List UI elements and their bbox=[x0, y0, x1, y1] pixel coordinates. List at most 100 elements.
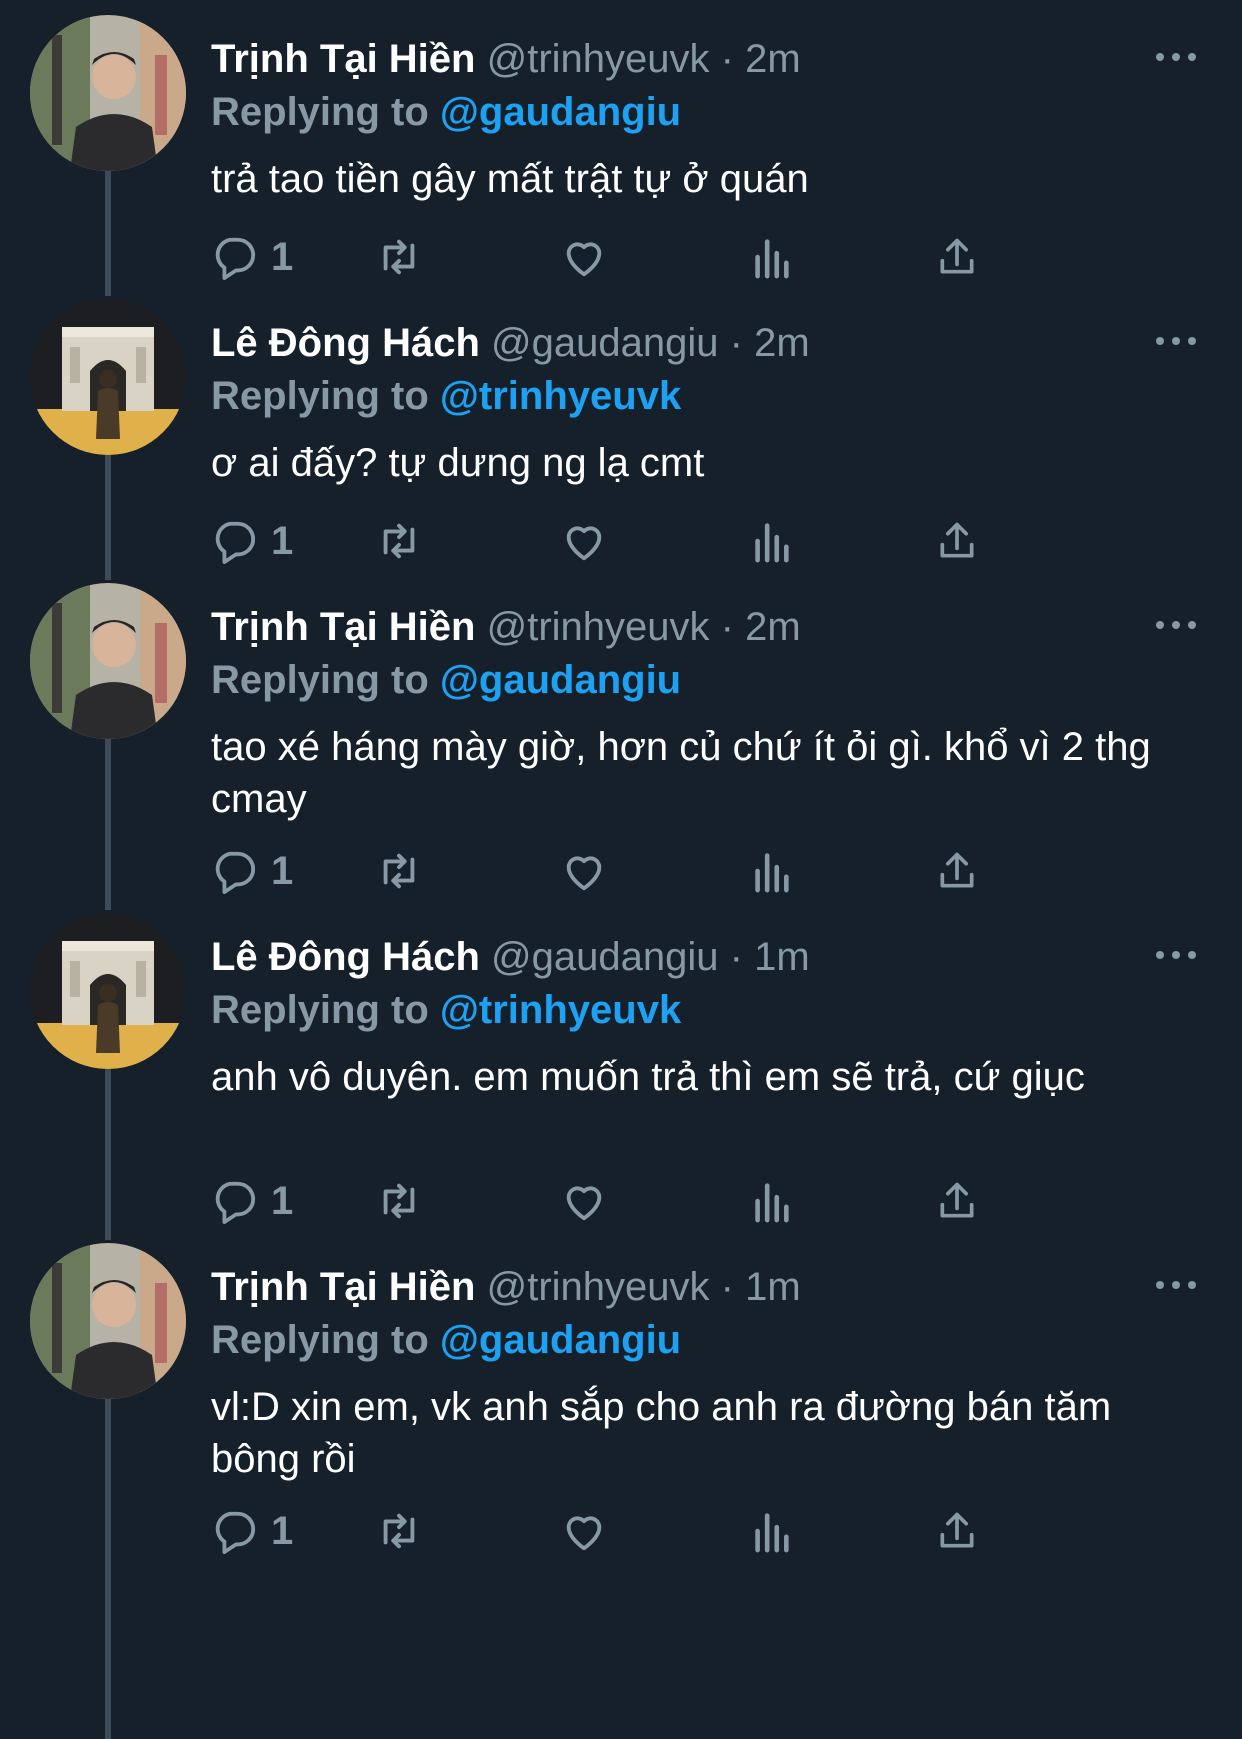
display-name[interactable]: Trịnh Tại Hiền bbox=[211, 605, 475, 649]
avatar[interactable] bbox=[30, 1243, 186, 1399]
display-name[interactable]: Lê Đông Hách bbox=[211, 935, 480, 979]
share-icon bbox=[940, 1512, 974, 1548]
user-handle[interactable]: @trinhyeuvk bbox=[487, 1265, 710, 1309]
replying-to-handle[interactable]: @gaudangiu bbox=[440, 90, 681, 134]
heart-icon bbox=[566, 242, 602, 277]
analytics-button[interactable] bbox=[751, 229, 791, 285]
timestamp[interactable]: 2m bbox=[754, 321, 810, 365]
reply-button[interactable]: 1 bbox=[211, 1173, 293, 1229]
separator-dot: · bbox=[720, 1265, 734, 1309]
more-options-icon[interactable] bbox=[1154, 41, 1198, 73]
like-button[interactable] bbox=[561, 1173, 607, 1229]
tweet-actions: 1 bbox=[211, 1173, 1111, 1229]
replying-to-handle[interactable]: @gaudangiu bbox=[440, 1318, 681, 1362]
like-button[interactable] bbox=[561, 1503, 607, 1559]
user-handle[interactable]: @gaudangiu bbox=[491, 935, 718, 979]
reply-icon bbox=[215, 237, 255, 280]
retweet-button[interactable] bbox=[373, 513, 425, 569]
replying-to-handle[interactable]: @trinhyeuvk bbox=[440, 374, 681, 418]
share-button[interactable] bbox=[935, 843, 979, 899]
avatar[interactable] bbox=[30, 15, 186, 171]
more-options-icon[interactable] bbox=[1154, 325, 1198, 357]
reply-button[interactable]: 1 bbox=[211, 1503, 293, 1559]
tweet-header: Trịnh Tại Hiền @trinhyeuvk · 2m bbox=[211, 603, 801, 651]
tweet-header: Trịnh Tại Hiền @trinhyeuvk · 1m bbox=[211, 1263, 801, 1311]
analytics-icon bbox=[755, 239, 789, 279]
share-icon bbox=[940, 522, 974, 558]
replying-to-label: Replying to bbox=[211, 988, 429, 1032]
tweet-text: tao xé háng mày giờ, hơn củ chứ ít ỏi gì… bbox=[211, 725, 1151, 821]
reply-count: 1 bbox=[271, 1508, 294, 1553]
tweet-text: anh vô duyên. em muốn trả thì em sẽ trả,… bbox=[211, 1055, 1085, 1099]
retweet-button[interactable] bbox=[373, 229, 425, 285]
reply-icon bbox=[215, 1511, 255, 1554]
thread-connector bbox=[105, 440, 111, 580]
analytics-icon bbox=[755, 523, 789, 563]
man-portrait-avatar bbox=[30, 1243, 186, 1399]
display-name[interactable]: Trịnh Tại Hiền bbox=[211, 37, 475, 81]
timestamp[interactable]: 1m bbox=[745, 1265, 801, 1309]
like-button[interactable] bbox=[561, 513, 607, 569]
display-name[interactable]: Lê Đông Hách bbox=[211, 321, 480, 365]
share-button[interactable] bbox=[935, 1173, 979, 1229]
user-handle[interactable]: @trinhyeuvk bbox=[487, 37, 710, 81]
replying-to: Replying to @trinhyeuvk bbox=[211, 986, 681, 1034]
avatar[interactable] bbox=[30, 299, 186, 455]
reply-button[interactable]: 1 bbox=[211, 229, 293, 285]
retweet-icon bbox=[383, 523, 415, 559]
replying-to: Replying to @gaudangiu bbox=[211, 88, 681, 136]
replying-to-handle[interactable]: @gaudangiu bbox=[440, 658, 681, 702]
share-icon bbox=[940, 238, 974, 274]
heart-icon bbox=[566, 1516, 602, 1551]
like-button[interactable] bbox=[561, 229, 607, 285]
replying-to-label: Replying to bbox=[211, 1318, 429, 1362]
tweet-actions: 1 bbox=[211, 513, 1111, 569]
share-button[interactable] bbox=[935, 229, 979, 285]
separator-dot: · bbox=[729, 935, 743, 979]
man-portrait-avatar bbox=[30, 583, 186, 739]
avatar[interactable] bbox=[30, 913, 186, 1069]
analytics-icon bbox=[755, 853, 789, 893]
retweet-icon bbox=[383, 1183, 415, 1219]
reply-icon bbox=[215, 521, 255, 564]
retweet-button[interactable] bbox=[373, 843, 425, 899]
avatar[interactable] bbox=[30, 583, 186, 739]
retweet-button[interactable] bbox=[373, 1503, 425, 1559]
man-portrait-avatar bbox=[30, 15, 186, 171]
display-name[interactable]: Trịnh Tại Hiền bbox=[211, 1265, 475, 1309]
timestamp[interactable]: 2m bbox=[745, 37, 801, 81]
user-handle[interactable]: @trinhyeuvk bbox=[487, 605, 710, 649]
analytics-button[interactable] bbox=[751, 1503, 791, 1559]
analytics-button[interactable] bbox=[751, 513, 791, 569]
timestamp[interactable]: 2m bbox=[745, 605, 801, 649]
retweet-button[interactable] bbox=[373, 1173, 425, 1229]
analytics-icon bbox=[755, 1183, 789, 1223]
analytics-button[interactable] bbox=[751, 1173, 791, 1229]
heart-icon bbox=[566, 1186, 602, 1221]
thread-connector bbox=[105, 1054, 111, 1240]
retweet-icon bbox=[383, 1513, 415, 1549]
retweet-icon bbox=[383, 239, 415, 275]
reply-button[interactable]: 1 bbox=[211, 513, 293, 569]
more-options-icon[interactable] bbox=[1154, 1269, 1198, 1301]
replying-to: Replying to @gaudangiu bbox=[211, 656, 681, 704]
separator-dot: · bbox=[729, 321, 743, 365]
more-options-icon[interactable] bbox=[1154, 609, 1198, 641]
thread-connector bbox=[105, 724, 111, 910]
reply-count: 1 bbox=[271, 848, 294, 893]
user-handle[interactable]: @gaudangiu bbox=[491, 321, 718, 365]
separator-dot: · bbox=[720, 37, 734, 81]
share-icon bbox=[940, 852, 974, 888]
timestamp[interactable]: 1m bbox=[754, 935, 810, 979]
share-button[interactable] bbox=[935, 513, 979, 569]
reply-count: 1 bbox=[271, 1178, 294, 1223]
replying-to-label: Replying to bbox=[211, 658, 429, 702]
replying-to-handle[interactable]: @trinhyeuvk bbox=[440, 988, 681, 1032]
replying-to: Replying to @trinhyeuvk bbox=[211, 372, 681, 420]
replying-to-label: Replying to bbox=[211, 90, 429, 134]
analytics-button[interactable] bbox=[751, 843, 791, 899]
share-button[interactable] bbox=[935, 1503, 979, 1559]
more-options-icon[interactable] bbox=[1154, 939, 1198, 971]
like-button[interactable] bbox=[561, 843, 607, 899]
reply-button[interactable]: 1 bbox=[211, 843, 293, 899]
